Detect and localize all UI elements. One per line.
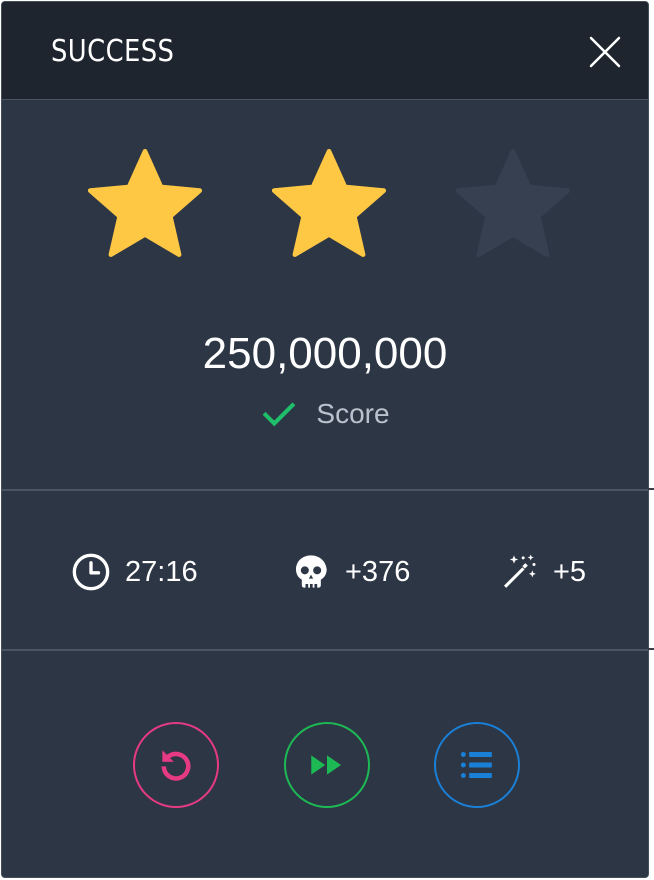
stat-kills-value: +376 xyxy=(345,555,411,588)
score-label: Score xyxy=(316,398,390,429)
results-dialog: SUCCESS 250,000,000 Score 27:16 +376 +5 xyxy=(1,1,649,878)
retry-button[interactable] xyxy=(133,722,219,808)
score-value: 250,000,000 xyxy=(202,329,448,378)
score-label-row: Score xyxy=(2,394,648,434)
next-level-button[interactable] xyxy=(284,722,370,808)
edge-mark xyxy=(648,488,654,490)
star-icon xyxy=(271,148,387,257)
level-list-button[interactable] xyxy=(434,722,520,808)
magic-wand-icon xyxy=(504,554,536,588)
dialog-title: SUCCESS xyxy=(51,34,175,69)
divider xyxy=(2,489,648,491)
stat-time: 27:16 xyxy=(71,542,198,602)
list-icon xyxy=(460,752,492,778)
stats-row: 27:16 +376 +5 xyxy=(2,542,648,602)
stat-kills: +376 xyxy=(291,542,410,602)
star-rating xyxy=(2,142,648,272)
edge-mark xyxy=(648,648,654,650)
retry-icon xyxy=(161,750,191,781)
action-buttons xyxy=(2,722,648,814)
check-icon xyxy=(263,402,296,427)
star-icon xyxy=(87,148,203,257)
skull-icon xyxy=(296,555,327,588)
divider xyxy=(2,649,648,651)
stat-magic: +5 xyxy=(499,542,586,602)
clock-icon xyxy=(72,553,110,591)
close-icon xyxy=(589,36,621,68)
fast-forward-icon xyxy=(311,755,341,775)
dialog-header: SUCCESS xyxy=(2,2,648,100)
close-button[interactable] xyxy=(585,32,625,72)
stat-magic-value: +5 xyxy=(553,555,587,588)
stat-time-value: 27:16 xyxy=(125,555,198,588)
star-icon xyxy=(455,148,571,257)
